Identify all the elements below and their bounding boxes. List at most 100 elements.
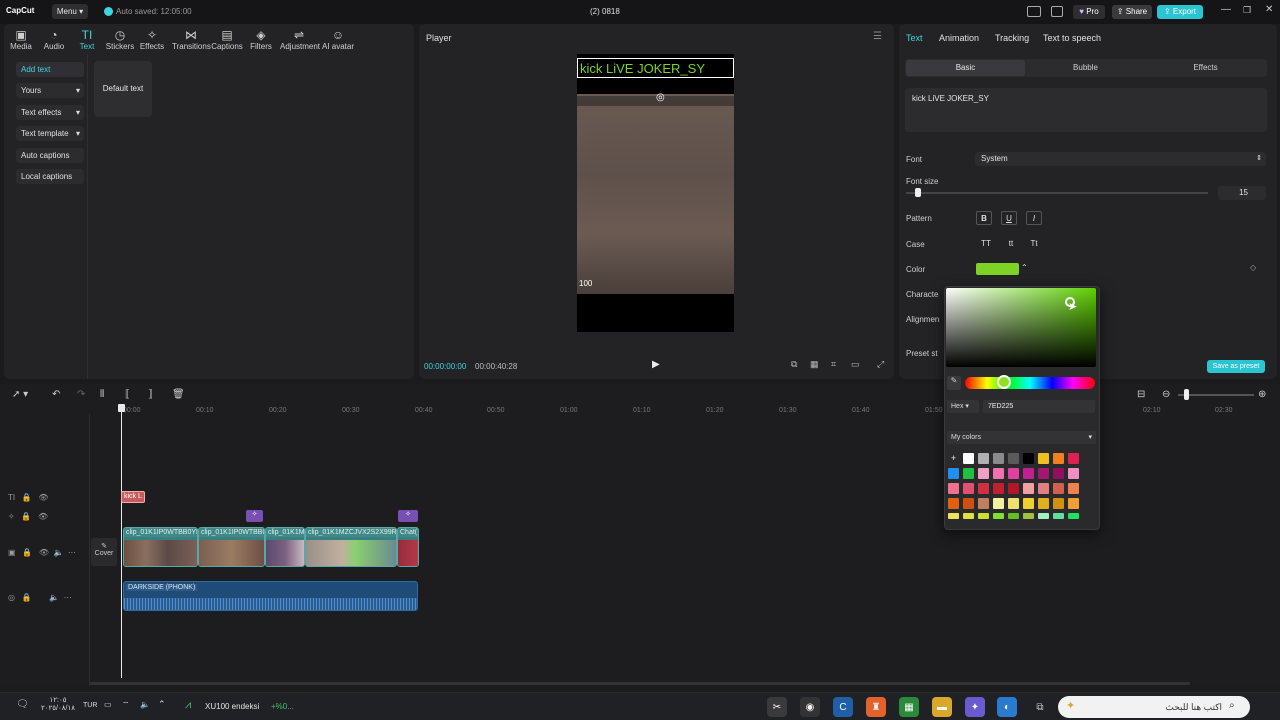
- hue-slider[interactable]: [965, 377, 1095, 389]
- color-swatch-option[interactable]: [1023, 498, 1034, 509]
- lowercase-button[interactable]: tt: [1003, 237, 1019, 251]
- copilot-taskbar-icon[interactable]: ✦: [965, 697, 985, 717]
- export-button[interactable]: ⇪ Export: [1157, 5, 1203, 19]
- sidebar-item-auto-captions[interactable]: Auto captions: [16, 148, 84, 163]
- close-icon[interactable]: ✕: [1265, 4, 1273, 15]
- tab-text[interactable]: Text: [906, 33, 923, 43]
- tool-transitions[interactable]: ⋈ Transitions: [172, 28, 211, 51]
- hex-input[interactable]: 7ED225: [983, 400, 1095, 413]
- tool-captions[interactable]: ▤ Captions: [210, 28, 244, 51]
- edge-taskbar-icon[interactable]: ◐: [997, 697, 1017, 717]
- video-clip[interactable]: Chat(: [397, 527, 419, 567]
- color-swatch-option[interactable]: [993, 498, 1004, 509]
- chevron-up-icon[interactable]: ⌃: [1021, 263, 1028, 272]
- tool-effects[interactable]: ✧ Effects: [135, 28, 169, 51]
- audio-track-controls[interactable]: ◎ 🔒 🔈 ⋯: [8, 593, 72, 602]
- file-explorer-taskbar-icon[interactable]: ▬: [932, 697, 952, 717]
- color-swatch-option[interactable]: [948, 513, 959, 519]
- color-swatch-option[interactable]: [1023, 513, 1034, 519]
- tab-text-to-speech[interactable]: Text to speech: [1043, 33, 1101, 43]
- my-colors-select[interactable]: My colors ▾: [947, 431, 1096, 444]
- color-swatch-option[interactable]: [1038, 483, 1049, 494]
- video-clip[interactable]: clip_01K1MZ: [265, 527, 305, 567]
- split-icon[interactable]: ⫴: [100, 389, 104, 400]
- color-swatch-option[interactable]: [1068, 498, 1079, 509]
- restore-icon[interactable]: ❐: [1243, 5, 1251, 16]
- color-swatch-option[interactable]: [963, 483, 974, 494]
- video-track-controls[interactable]: ▣ 🔒 👁 🔈 ⋯: [8, 548, 76, 557]
- color-swatch-option[interactable]: [1038, 513, 1049, 519]
- add-color-button[interactable]: +: [948, 453, 959, 464]
- store-taskbar-icon[interactable]: ▦: [899, 697, 919, 717]
- underline-button[interactable]: U: [1001, 211, 1017, 225]
- tool-text[interactable]: TI Text: [70, 28, 104, 51]
- pro-button[interactable]: ♥ Pro: [1073, 5, 1105, 19]
- color-swatch-option[interactable]: [1008, 513, 1019, 519]
- italic-button[interactable]: I: [1026, 211, 1042, 225]
- color-swatch-option[interactable]: [1023, 453, 1034, 464]
- segment-bubble[interactable]: Bubble: [1026, 60, 1145, 76]
- text-content-input[interactable]: kick LiVE JOKER_SY: [905, 88, 1267, 132]
- font-size-slider[interactable]: [915, 188, 921, 197]
- video-clip[interactable]: clip_01K1IP0WTBB0YB3: [123, 527, 198, 567]
- redo-icon[interactable]: ↷: [77, 389, 85, 400]
- color-swatch-option[interactable]: [978, 498, 989, 509]
- display-icon[interactable]: ▭: [104, 700, 112, 709]
- select-tool-icon[interactable]: ➚ ▾: [12, 389, 28, 400]
- zoom-out-icon[interactable]: ⊖: [1162, 389, 1170, 400]
- color-swatch-option[interactable]: [1008, 468, 1019, 479]
- undo-icon[interactable]: ↶: [52, 389, 60, 400]
- player-menu-icon[interactable]: ☰: [873, 31, 882, 42]
- color-swatch-option[interactable]: [1038, 453, 1049, 464]
- obs-taskbar-icon[interactable]: ◉: [800, 697, 820, 717]
- uppercase-button[interactable]: TT: [978, 237, 994, 251]
- crop-icon[interactable]: ⌗: [831, 359, 836, 370]
- capcut-taskbar-icon[interactable]: ✂: [767, 697, 787, 717]
- color-swatch-option[interactable]: [948, 468, 959, 479]
- c-app-taskbar-icon[interactable]: C: [833, 697, 853, 717]
- sidebar-item-local-captions[interactable]: Local captions: [16, 169, 84, 184]
- color-swatch-option[interactable]: [978, 513, 989, 519]
- segment-basic[interactable]: Basic: [906, 60, 1025, 76]
- font-select[interactable]: System ⇕: [975, 152, 1266, 166]
- sidebar-item-text-effects[interactable]: Text effects ▾: [16, 105, 84, 120]
- ratio-icon[interactable]: ⧉: [791, 359, 797, 370]
- effect-clip[interactable]: ✧: [398, 510, 418, 522]
- color-swatch-option[interactable]: [963, 468, 974, 479]
- playhead[interactable]: [121, 406, 122, 678]
- search-box[interactable]: اكتب هنا للبحث: [1058, 696, 1250, 718]
- color-swatch-option[interactable]: [993, 468, 1004, 479]
- tray-chevron-icon[interactable]: ⌃: [158, 699, 166, 710]
- color-swatch-option[interactable]: [1038, 498, 1049, 509]
- aspect-icon[interactable]: ▭: [851, 359, 860, 370]
- zoom-slider[interactable]: [1184, 389, 1189, 400]
- sidebar-item-add-text[interactable]: Add text: [16, 62, 84, 77]
- layout-icon[interactable]: [1027, 6, 1041, 17]
- tool-stickers[interactable]: ◷ Stickers: [103, 28, 137, 51]
- titlecase-button[interactable]: Tt: [1026, 237, 1042, 251]
- tool-filters[interactable]: ◈ Filters: [244, 28, 278, 51]
- text-track-controls[interactable]: TI 🔒 👁: [8, 493, 49, 502]
- color-swatch-option[interactable]: [1008, 453, 1019, 464]
- minimize-icon[interactable]: —: [1221, 4, 1231, 15]
- tool-ai-avatar[interactable]: ☺ AI avatar: [320, 28, 356, 51]
- audio-clip[interactable]: DARKSIDE (PHONK): [123, 581, 418, 611]
- shortcut-icon[interactable]: [1051, 6, 1063, 17]
- tool-media[interactable]: ▣ Media: [4, 28, 38, 51]
- tool-adjustment[interactable]: ⇌ Adjustment: [280, 28, 320, 51]
- fit-icon[interactable]: ⊟: [1137, 389, 1145, 400]
- tool-audio[interactable]: ◔ Audio: [37, 28, 71, 51]
- volume-icon[interactable]: 🔈: [140, 700, 150, 709]
- color-swatch-option[interactable]: [1008, 498, 1019, 509]
- task-view-icon[interactable]: ⧉: [1030, 697, 1050, 717]
- search-icon[interactable]: ⌕: [1229, 700, 1235, 711]
- color-swatch[interactable]: [976, 263, 1019, 275]
- color-swatch-option[interactable]: [963, 453, 974, 464]
- effect-clip[interactable]: ✧: [246, 510, 263, 522]
- playhead-handle[interactable]: [118, 404, 125, 412]
- color-swatch-option[interactable]: [1068, 453, 1079, 464]
- clock[interactable]: ١٢:٠٥ ٢٠٢٥/٠٨/١٨: [40, 696, 76, 712]
- color-swatch-option[interactable]: [1068, 513, 1079, 519]
- color-swatch-option[interactable]: [978, 453, 989, 464]
- color-swatch-option[interactable]: [1038, 468, 1049, 479]
